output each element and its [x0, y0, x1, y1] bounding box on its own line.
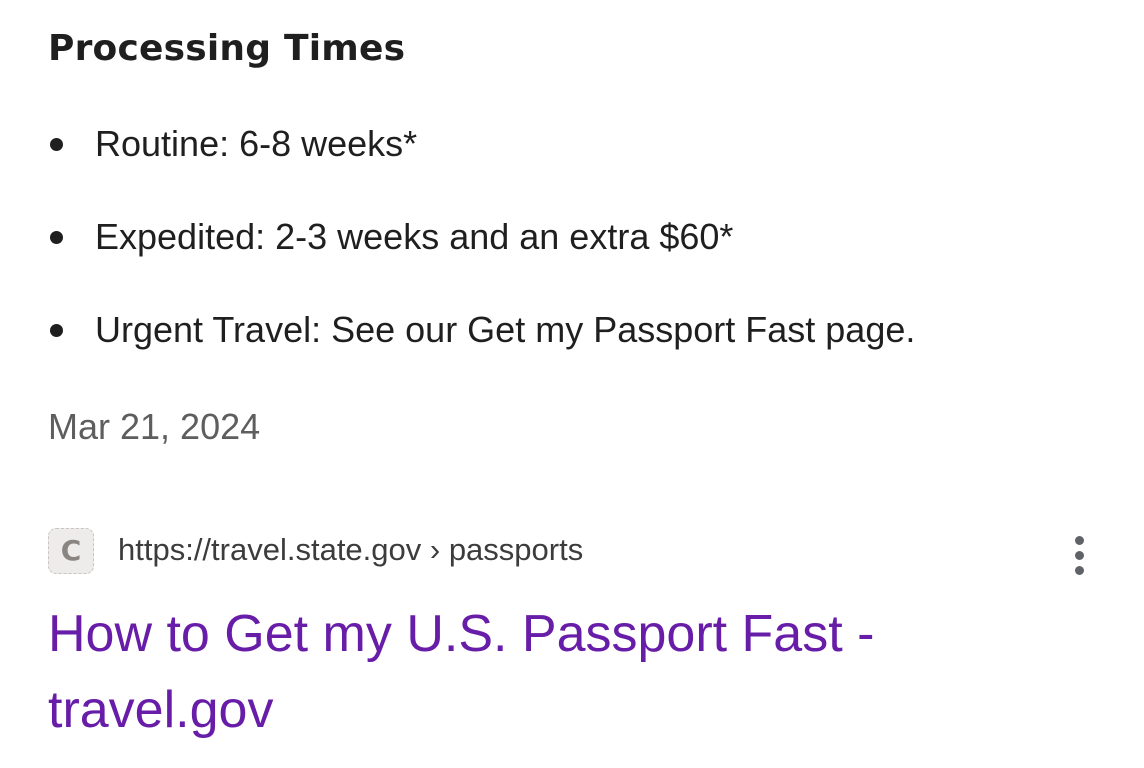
more-vert-icon — [1074, 536, 1084, 545]
bullet-dot-icon — [50, 138, 63, 151]
site-favicon-icon: C — [48, 528, 94, 574]
list-item: Routine: 6-8 weeks* — [48, 121, 915, 167]
source-url[interactable]: https://travel.state.gov › passports — [118, 530, 583, 570]
list-item: Expedited: 2-3 weeks and an extra $60* — [48, 214, 915, 260]
snippet-heading: Processing Times — [48, 28, 406, 69]
bullet-dot-icon — [50, 231, 63, 244]
featured-snippet: Processing Times Routine: 6-8 weeks* Exp… — [48, 26, 1108, 447]
bullet-list: Routine: 6-8 weeks* Expedited: 2-3 weeks… — [48, 121, 915, 400]
bullet-dot-icon — [50, 324, 63, 337]
snippet-date: Mar 21, 2024 — [48, 406, 261, 447]
list-item-text: Expedited: 2-3 weeks and an extra $60* — [95, 216, 734, 257]
list-item-text: Routine: 6-8 weeks* — [95, 123, 418, 164]
source-row[interactable]: C https://travel.state.gov › passports — [48, 526, 1108, 576]
more-options-button[interactable] — [1064, 536, 1094, 576]
search-result: C https://travel.state.gov › passports H… — [48, 526, 1108, 748]
list-item-text: Urgent Travel: See our Get my Passport F… — [95, 309, 916, 350]
list-item: Urgent Travel: See our Get my Passport F… — [48, 307, 915, 353]
result-title-link[interactable]: How to Get my U.S. Passport Fast - trave… — [48, 596, 1048, 748]
